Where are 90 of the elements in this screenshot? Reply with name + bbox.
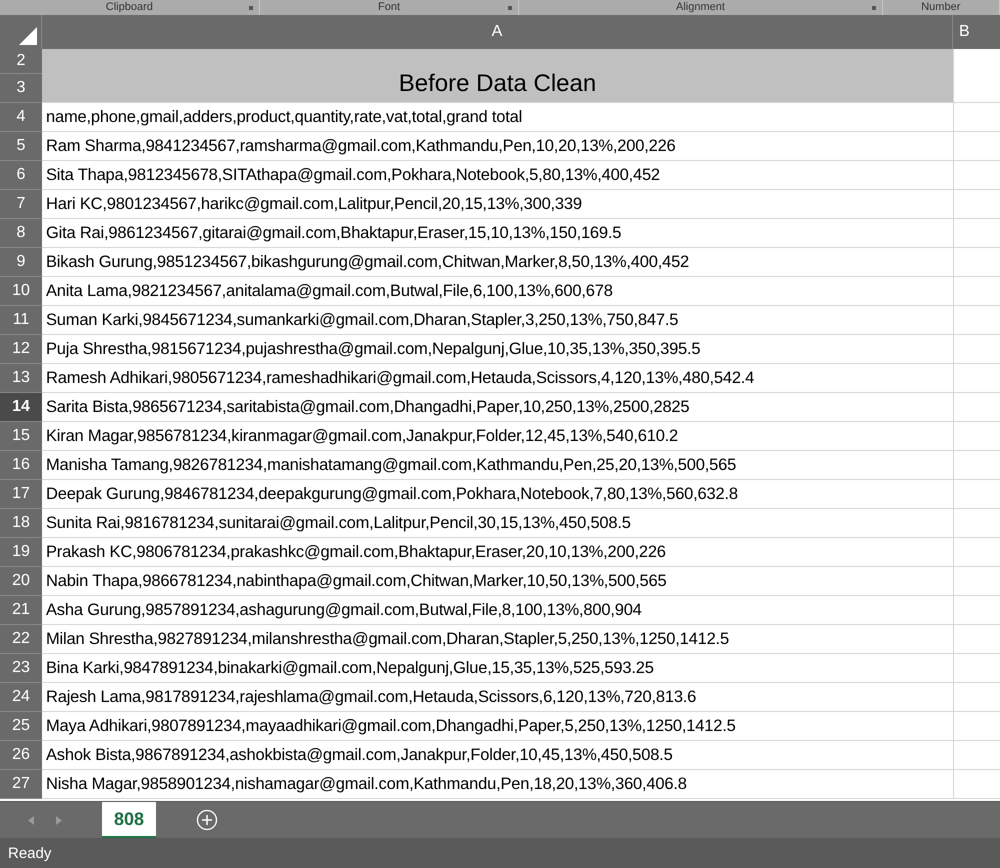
- row-header[interactable]: 21: [0, 596, 42, 625]
- empty-cell: [953, 393, 1000, 422]
- sheet-tab[interactable]: 808: [102, 802, 156, 838]
- empty-cell: [953, 712, 1000, 741]
- ribbon-group-label: Clipboard: [106, 0, 153, 15]
- table-cell: Gita Rai,9861234567,gitarai@gmail.com,Bhaktapur,Eraser,15,10,13%,150,169.5: [42, 219, 953, 248]
- empty-cell: [953, 364, 1000, 393]
- table-cell: Bikash Gurung,9851234567,bikashgurung@gmail.com,Chitwan,Marker,8,50,13%,400,452: [42, 248, 953, 277]
- empty-cell: [953, 219, 1000, 248]
- table-cell: Anita Lama,9821234567,anitalama@gmail.com,Butwal,File,6,100,13%,600,678: [42, 277, 953, 306]
- table-cell: Ram Sharma,9841234567,ramsharma@gmail.com,Kathmandu,Pen,10,20,13%,200,226: [42, 132, 953, 161]
- table-cell: Milan Shrestha,9827891234,milanshrestha@gmail.com,Dharan,Stapler,5,250,13%,1250,1412.5: [42, 625, 953, 654]
- row-header[interactable]: 15: [0, 422, 42, 451]
- table-cell: Asha Gurung,9857891234,ashagurung@gmail.com,Butwal,File,8,100,13%,800,904: [42, 596, 953, 625]
- table-cell: Kiran Magar,9856781234,kiranmagar@gmail.com,Janakpur,Folder,12,45,13%,540,610.2: [42, 422, 953, 451]
- row-header[interactable]: 9: [0, 248, 42, 277]
- empty-cell: [953, 306, 1000, 335]
- empty-cell: [953, 770, 1000, 799]
- empty-cell: [953, 567, 1000, 596]
- row-header[interactable]: 20: [0, 567, 42, 596]
- scroll-left-icon[interactable]: [28, 816, 34, 824]
- empty-cell: [953, 277, 1000, 306]
- select-all-icon: [18, 26, 38, 46]
- table-cell: Nabin Thapa,9866781234,nabinthapa@gmail.com,Chitwan,Marker,10,50,13%,500,565: [42, 567, 953, 596]
- ribbon-group-label: Alignment: [676, 0, 725, 15]
- table-cell: Suman Karki,9845671234,sumankarki@gmail.com,Dharan,Stapler,3,250,13%,750,847.5: [42, 306, 953, 335]
- empty-cell: [953, 538, 1000, 567]
- empty-cell: [953, 625, 1000, 654]
- row-header[interactable]: 23: [0, 654, 42, 683]
- empty-cell: [953, 741, 1000, 770]
- table-cell: Rajesh Lama,9817891234,rajeshlama@gmail.com,Hetauda,Scissors,6,120,13%,720,813.6: [42, 683, 953, 712]
- table-cell: Sita Thapa,9812345678,SITAthapa@gmail.com,Pokhara,Notebook,5,80,13%,400,452: [42, 161, 953, 190]
- row-header[interactable]: 25: [0, 712, 42, 741]
- empty-cell: [953, 49, 1000, 103]
- row-header[interactable]: 12: [0, 335, 42, 364]
- empty-cell: [953, 509, 1000, 538]
- status-text: Ready: [8, 844, 52, 862]
- table-cell: Maya Adhikari,9807891234,mayaadhikari@gmail.com,Dhangadhi,Paper,5,250,13%,1250,1412.5: [42, 712, 953, 741]
- empty-cell: [953, 451, 1000, 480]
- table-cell: Ashok Bista,9867891234,ashokbista@gmail.com,Janakpur,Folder,10,45,13%,450,508.5: [42, 741, 953, 770]
- empty-cell: [953, 654, 1000, 683]
- row-header[interactable]: 27: [0, 770, 42, 799]
- dialog-launcher-icon[interactable]: [872, 6, 876, 10]
- row-header[interactable]: 18: [0, 509, 42, 538]
- row-header[interactable]: 24: [0, 683, 42, 712]
- row-header[interactable]: 2: [0, 49, 42, 74]
- empty-cell: [953, 248, 1000, 277]
- empty-cell: [953, 161, 1000, 190]
- row-header[interactable]: 26: [0, 741, 42, 770]
- empty-cell: [953, 683, 1000, 712]
- row-header[interactable]: 11: [0, 306, 42, 335]
- empty-cell: [953, 480, 1000, 509]
- row-header[interactable]: 17: [0, 480, 42, 509]
- table-cell: Ramesh Adhikari,9805671234,rameshadhikari@gmail.com,Hetauda,Scissors,4,120,13%,480,542.4: [42, 364, 953, 393]
- empty-cell: [953, 422, 1000, 451]
- add-sheet-icon[interactable]: [196, 809, 218, 831]
- table-cell: Prakash KC,9806781234,prakashkc@gmail.com,Bhaktapur,Eraser,20,10,13%,200,226: [42, 538, 953, 567]
- table-cell: name,phone,gmail,adders,product,quantity,rate,vat,total,grand total: [42, 103, 953, 132]
- empty-cell: [953, 103, 1000, 132]
- row-header[interactable]: 22: [0, 625, 42, 654]
- empty-cell: [953, 335, 1000, 364]
- table-cell: Sunita Rai,9816781234,sunitarai@gmail.com,Lalitpur,Pencil,30,15,13%,450,508.5: [42, 509, 953, 538]
- row-header[interactable]: 13: [0, 364, 42, 393]
- empty-cell: [953, 596, 1000, 625]
- empty-cell: [953, 132, 1000, 161]
- row-header[interactable]: 10: [0, 277, 42, 306]
- table-cell: Bina Karki,9847891234,binakarki@gmail.com,Nepalgunj,Glue,15,35,13%,525,593.25: [42, 654, 953, 683]
- row-header[interactable]: 5: [0, 132, 42, 161]
- empty-cell: [953, 190, 1000, 219]
- row-header[interactable]: 19: [0, 538, 42, 567]
- row-header[interactable]: 8: [0, 219, 42, 248]
- row-header[interactable]: 7: [0, 190, 42, 219]
- row-header[interactable]: 4: [0, 103, 42, 132]
- table-cell: Hari KC,9801234567,harikc@gmail.com,Lalitpur,Pencil,20,15,13%,300,339: [42, 190, 953, 219]
- dialog-launcher-icon[interactable]: [508, 6, 512, 10]
- scroll-right-icon[interactable]: [56, 816, 62, 824]
- title-cell: Before Data Clean: [42, 49, 953, 103]
- table-cell: Sarita Bista,9865671234,saritabista@gmail.com,Dhangadhi,Paper,10,250,13%,2500,2825: [42, 393, 953, 422]
- table-cell: Manisha Tamang,9826781234,manishatamang@gmail.com,Kathmandu,Pen,25,20,13%,500,565: [42, 451, 953, 480]
- ribbon-group-label: Font: [378, 0, 400, 15]
- row-header[interactable]: 3: [0, 74, 42, 103]
- row-header[interactable]: 6: [0, 161, 42, 190]
- row-header[interactable]: 14: [0, 393, 42, 422]
- dialog-launcher-icon[interactable]: [248, 6, 253, 10]
- ribbon-group-label: Number: [921, 0, 960, 15]
- row-header[interactable]: 16: [0, 451, 42, 480]
- table-cell: Puja Shrestha,9815671234,pujashrestha@gmail.com,Nepalgunj,Glue,10,35,13%,350,395.5: [42, 335, 953, 364]
- column-header[interactable]: B: [953, 15, 1000, 49]
- table-cell: Nisha Magar,9858901234,nishamagar@gmail.com,Kathmandu,Pen,18,20,13%,360,406.8: [42, 770, 953, 799]
- table-cell: Deepak Gurung,9846781234,deepakgurung@gmail.com,Pokhara,Notebook,7,80,13%,560,632.8: [42, 480, 953, 509]
